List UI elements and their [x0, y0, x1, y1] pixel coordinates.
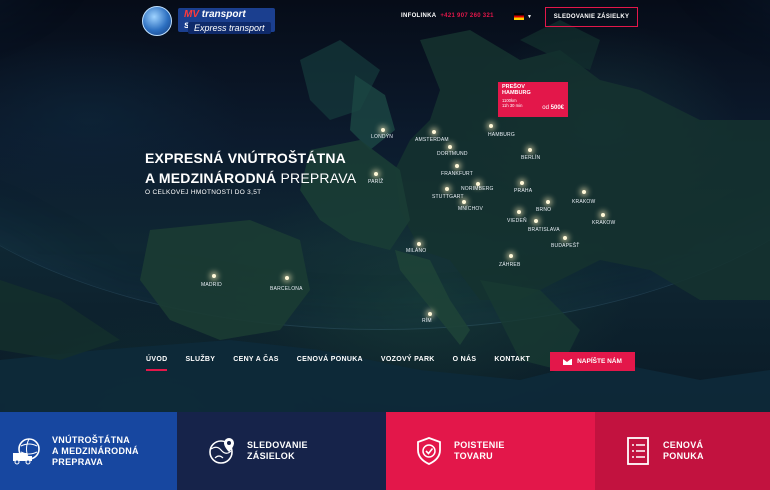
- city-label: BRNO: [536, 207, 552, 213]
- city-label: NORIMBERG: [461, 186, 494, 192]
- city-dot: [520, 181, 524, 185]
- city-label: ZÁHREB: [499, 262, 521, 268]
- hero-subheadline: O CELKOVEJ HMOTNOSTI DO 3,5T: [145, 189, 262, 196]
- city-label: FRANKFURT: [441, 171, 473, 177]
- hero-headline: EXPRESNÁ VNÚTROŠTÁTNA A MEDZINÁRODNÁ PRE…: [145, 150, 357, 186]
- tile-quote[interactable]: CENOVÁ PONUKA: [595, 412, 770, 490]
- globe-logo-icon: [142, 6, 172, 36]
- promo-price: od 500€: [542, 105, 564, 112]
- city-label: DORTMUND: [437, 151, 468, 157]
- hero-map: LONDÝN AMSTERDAM HAMBURG DORTMUND BERLÍN…: [0, 0, 770, 412]
- company-logo[interactable]: MV transport s.r.o. Express transport: [140, 6, 275, 38]
- caret-down-icon: ▼: [527, 13, 532, 20]
- city-label: MNÍCHOV: [458, 206, 484, 212]
- logo-subtitle: Express transport: [188, 22, 271, 34]
- city-label: HAMBURG: [488, 132, 515, 138]
- flag-de-icon: [514, 13, 524, 20]
- tile-tracking[interactable]: SLEDOVANIE ZÁSIELOK: [177, 412, 386, 490]
- city-dot: [489, 124, 493, 128]
- city-dot: [455, 164, 459, 168]
- city-dot: [374, 172, 378, 176]
- city-dot: [445, 187, 449, 191]
- nav-item-vozovy-park[interactable]: VOZOVÝ PARK: [381, 356, 435, 369]
- nav-item-ceny-a-cas[interactable]: CENY A ČAS: [233, 356, 279, 369]
- city-label: BRATISLAVA: [528, 227, 560, 233]
- city-label: BERLÍN: [521, 155, 541, 161]
- infolinka-number[interactable]: +421 907 260 321: [440, 13, 493, 19]
- nav-item-kontakt[interactable]: KONTAKT: [494, 356, 530, 369]
- globe-pin-icon: [207, 436, 237, 466]
- city-label: AMSTERDAM: [415, 137, 449, 143]
- city-label: MADRID: [201, 282, 222, 288]
- city-dot: [285, 276, 289, 280]
- city-dot: [212, 274, 216, 278]
- main-nav: ÚVOD SLUŽBY CENY A ČAS CENOVÁ PONUKA VOZ…: [146, 356, 548, 371]
- city-dot: [582, 190, 586, 194]
- promo-route-to: HAMBURG: [502, 89, 531, 96]
- city-label: RÍM: [422, 318, 432, 324]
- city-dot: [381, 128, 385, 132]
- city-label: PARÍŽ: [368, 179, 384, 185]
- city-label: STUTTGART: [432, 194, 464, 200]
- city-dot: [546, 200, 550, 204]
- city-label: BARCELONA: [270, 286, 303, 292]
- infolinka-label: INFOLINKA: [401, 13, 437, 19]
- delivery-globe-icon: [12, 436, 42, 466]
- write-us-button[interactable]: NAPÍŠTE NÁM: [550, 352, 635, 371]
- nav-item-sluzby[interactable]: SLUŽBY: [185, 356, 215, 369]
- tile-transport-label: VNÚTROŠTÁTNA A MEDZINÁRODNÁ PREPRAVA: [52, 434, 139, 467]
- city-dot: [428, 312, 432, 316]
- mail-icon: [563, 358, 573, 365]
- city-dot: [509, 254, 513, 258]
- nav-item-uvod[interactable]: ÚVOD: [146, 356, 168, 371]
- city-dot: [448, 145, 452, 149]
- nav-item-o-nas[interactable]: O NÁS: [453, 356, 477, 369]
- infolinka: INFOLINKA +421 907 260 321: [401, 13, 494, 19]
- city-dot: [417, 242, 421, 246]
- tile-insurance[interactable]: POISTENIE TOVARU: [386, 412, 595, 490]
- city-dot: [601, 213, 605, 217]
- city-dot: [462, 200, 466, 204]
- city-label: PRAHA: [514, 188, 533, 194]
- city-label: VIEDEŇ: [507, 218, 527, 224]
- tile-quote-label: CENOVÁ PONUKA: [663, 440, 704, 461]
- city-label: MILÁNO: [406, 248, 427, 254]
- city-label: BUDAPEŠŤ: [551, 243, 580, 249]
- city-dot: [528, 148, 532, 152]
- tile-insurance-label: POISTENIE TOVARU: [454, 440, 505, 461]
- tile-transport[interactable]: VNÚTROŠTÁTNA A MEDZINÁRODNÁ PREPRAVA: [0, 412, 177, 490]
- city-dot: [517, 210, 521, 214]
- city-dot: [534, 219, 538, 223]
- language-selector[interactable]: ▼: [514, 13, 532, 20]
- city-label: KRAKOW: [572, 199, 596, 205]
- nav-item-cenova-ponuka[interactable]: CENOVÁ PONUKA: [297, 356, 363, 369]
- europe-map: [0, 20, 770, 412]
- service-tiles: VNÚTROŠTÁTNA A MEDZINÁRODNÁ PREPRAVA SLE…: [0, 412, 770, 490]
- city-dot: [563, 236, 567, 240]
- city-label: LONDÝN: [371, 134, 394, 140]
- city-label: KRAKOW: [592, 220, 616, 226]
- track-shipment-button[interactable]: SLEDOVANIE ZÁSIELKY: [545, 7, 638, 27]
- city-dot: [432, 130, 436, 134]
- promo-route-card[interactable]: PREŠOV HAMBURG 1100km 11h 30 min od 500€: [498, 82, 568, 117]
- write-us-label: NAPÍŠTE NÁM: [577, 358, 622, 365]
- shield-check-icon: [414, 436, 444, 466]
- document-list-icon: [623, 436, 653, 466]
- tile-tracking-label: SLEDOVANIE ZÁSIELOK: [247, 440, 308, 461]
